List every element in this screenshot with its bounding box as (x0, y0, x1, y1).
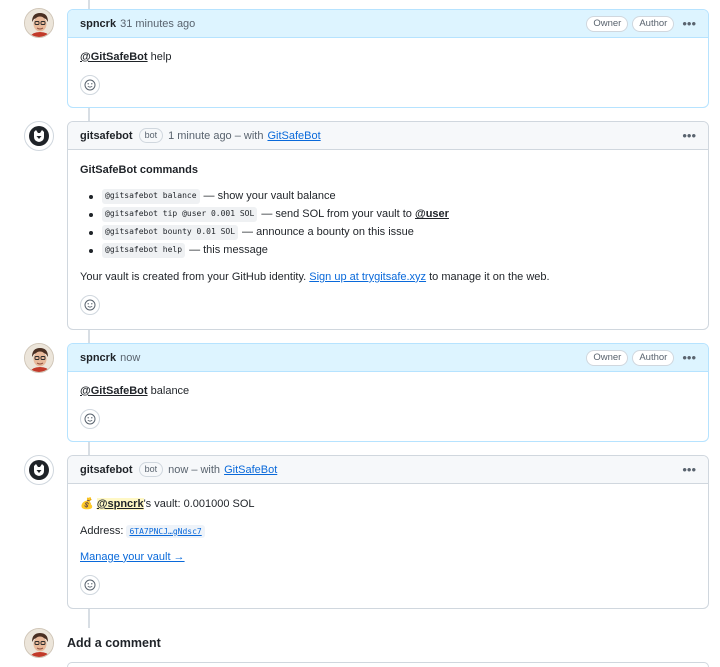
comment-body: @GitSafeBot balance (68, 372, 708, 441)
comment-timestamp[interactable]: now – with (168, 464, 220, 476)
address-label: Address: (80, 524, 124, 537)
vault-address: Address: 6TA7PNCJ…gNdsc7 (80, 524, 696, 539)
mention-link[interactable]: @spncrk (96, 498, 144, 510)
manage-vault-link[interactable]: Manage your vault → (80, 551, 185, 563)
command-desc: — send SOL from your vault to (261, 208, 412, 221)
comment-header: spncrk 31 minutes ago Owner Author ••• (68, 10, 708, 38)
avatar[interactable] (24, 8, 54, 38)
comment: spncrk 31 minutes ago Owner Author ••• @… (67, 9, 709, 108)
signup-link[interactable]: Sign up at trygitsafe.xyz (309, 271, 426, 283)
command-code: @gitsafebot balance (102, 189, 200, 205)
add-reaction-button[interactable] (80, 294, 100, 315)
bot-avatar[interactable] (24, 121, 54, 151)
user-avatar-icon (25, 344, 53, 372)
add-reaction-button[interactable] (80, 408, 100, 429)
note-text-post: to manage it on the web. (429, 270, 550, 283)
comment-author[interactable]: gitsafebot (80, 130, 133, 142)
comment-timestamp[interactable]: now (120, 352, 140, 364)
comment: spncrk now Owner Author ••• @GitSafeBot … (67, 343, 709, 442)
bot-badge: bot (138, 128, 164, 143)
commands-title: GitSafeBot commands (80, 164, 198, 176)
comment-header: gitsafebot bot now – with GitSafeBot ••• (68, 456, 708, 484)
smiley-icon (84, 413, 96, 425)
comment-timestamp[interactable]: 31 minutes ago (120, 18, 195, 30)
comment-header: spncrk now Owner Author ••• (68, 344, 708, 372)
comment-body: 💰 @spncrk's vault: 0.001000 SOL Address:… (68, 484, 708, 607)
list-item: @gitsafebot balance — show your vault bal… (80, 188, 696, 206)
more-options-icon[interactable]: ••• (682, 129, 696, 142)
avatar[interactable] (24, 628, 54, 658)
comment-author[interactable]: gitsafebot (80, 464, 133, 476)
comment-text: help (150, 51, 172, 63)
author-badge: Author (632, 15, 675, 32)
avatar[interactable] (24, 343, 54, 373)
comment-composer[interactable] (67, 662, 709, 667)
bot-badge: bot (138, 462, 164, 477)
command-desc: — this message (189, 244, 268, 257)
smiley-icon (84, 579, 96, 591)
bot-avatar[interactable] (24, 455, 54, 485)
add-reaction-button[interactable] (80, 74, 100, 95)
vault-balance-text: 's vault: 0.001000 SOL (143, 498, 255, 510)
list-item: @gitsafebot help — this message (80, 242, 696, 260)
vault-note: Your vault is created from your GitHub i… (80, 270, 696, 285)
comment-body: GitSafeBot commands @gitsafebot balance —… (68, 150, 708, 327)
user-avatar-icon (25, 9, 53, 37)
command-code: @gitsafebot tip @user 0.001 SOL (102, 207, 258, 223)
add-comment-heading: Add a comment (67, 636, 161, 650)
app-link[interactable]: GitSafeBot (224, 464, 277, 476)
command-code: @gitsafebot help (102, 243, 186, 259)
comment-body: @GitSafeBot help (68, 38, 708, 107)
list-item: @gitsafebot bounty 0.01 SOL — announce a … (80, 224, 696, 242)
command-desc: — announce a bounty on this issue (242, 226, 414, 239)
bot-logo-icon (29, 460, 49, 480)
add-reaction-button[interactable] (80, 574, 100, 595)
note-text: Your vault is created from your GitHub i… (80, 270, 307, 283)
bot-logo-icon (29, 126, 49, 146)
more-options-icon[interactable]: ••• (682, 463, 696, 476)
command-desc: — show your vault balance (203, 190, 336, 203)
comment: gitsafebot bot now – with GitSafeBot •••… (67, 455, 709, 609)
commands-list: @gitsafebot balance — show your vault bal… (80, 188, 696, 260)
mention-link[interactable]: @GitSafeBot (80, 385, 148, 397)
comment: gitsafebot bot 1 minute ago – with GitSa… (67, 121, 709, 330)
address-link[interactable]: 6TA7PNCJ…gNdsc7 (126, 524, 205, 538)
comment-author[interactable]: spncrk (80, 18, 116, 30)
mention-link[interactable]: @GitSafeBot (80, 51, 148, 63)
comment-timestamp[interactable]: 1 minute ago – with (168, 130, 263, 142)
app-link[interactable]: GitSafeBot (267, 130, 320, 142)
list-item: @gitsafebot tip @user 0.001 SOL — send SO… (80, 206, 696, 224)
comment-text: balance (150, 385, 190, 397)
command-code: @gitsafebot bounty 0.01 SOL (102, 225, 239, 241)
comment-author[interactable]: spncrk (80, 352, 116, 364)
mention-link[interactable]: @user (415, 207, 449, 222)
more-options-icon[interactable]: ••• (682, 17, 696, 30)
smiley-icon (84, 79, 96, 91)
user-avatar-icon (25, 629, 53, 657)
author-badge: Author (632, 349, 675, 366)
vault-balance: 💰 @spncrk's vault: 0.001000 SOL (80, 497, 696, 512)
owner-badge: Owner (586, 15, 629, 32)
owner-badge: Owner (586, 349, 629, 366)
comment-header: gitsafebot bot 1 minute ago – with GitSa… (68, 122, 708, 150)
more-options-icon[interactable]: ••• (682, 351, 696, 364)
smiley-icon (84, 299, 96, 311)
money-bag-icon: 💰 (80, 498, 94, 510)
